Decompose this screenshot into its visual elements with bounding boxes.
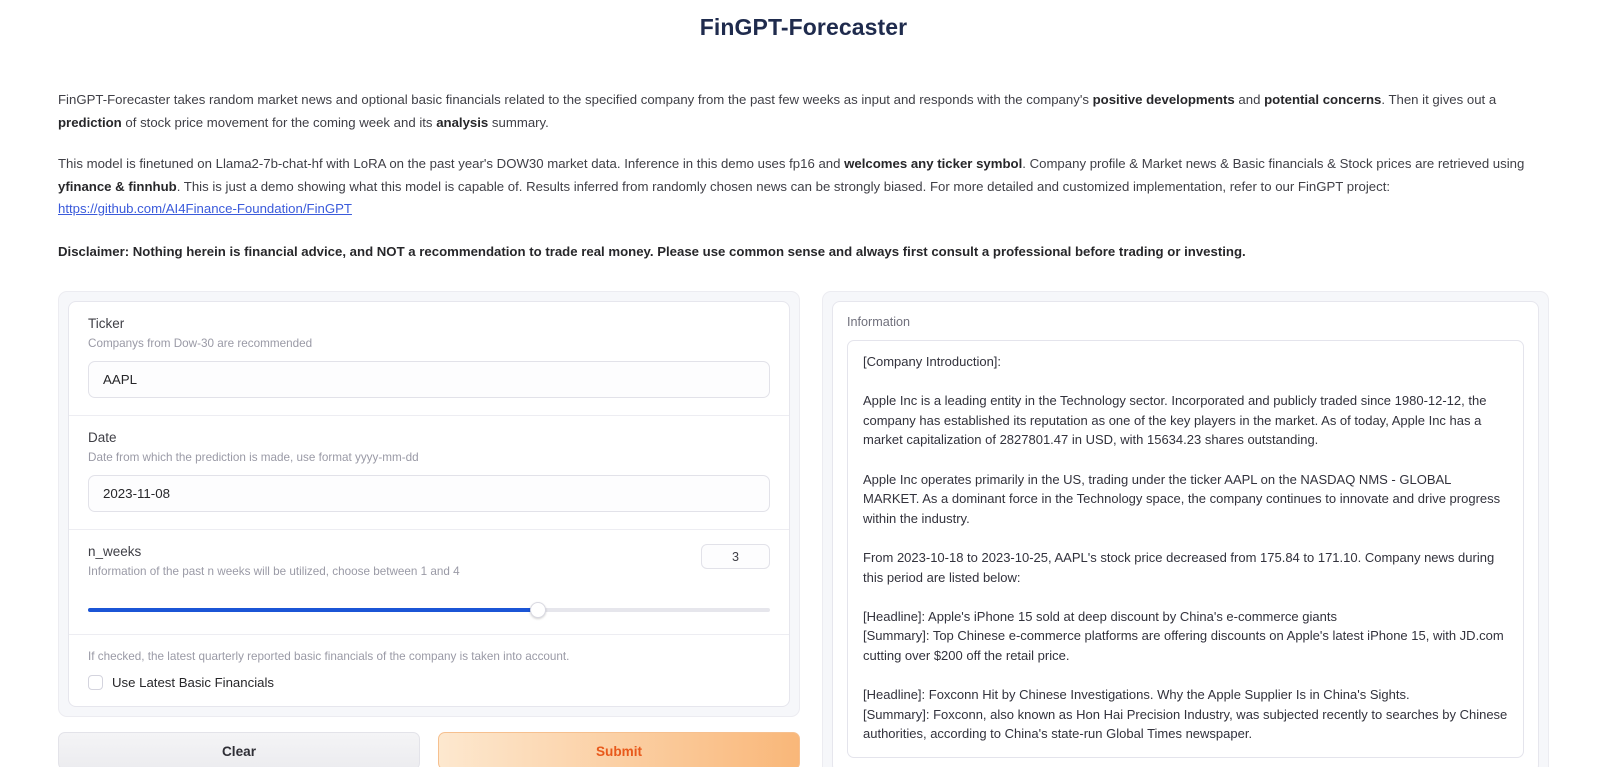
ticker-label: Ticker [88, 316, 125, 331]
information-textarea[interactable]: [Company Introduction]: Apple Inc is a l… [847, 340, 1524, 758]
action-buttons: Clear Submit [58, 732, 800, 767]
disclaimer-text: Disclaimer: Nothing herein is financial … [58, 243, 1246, 259]
n-weeks-header: n_weeks Information of the past n weeks … [88, 543, 770, 589]
use-latest-basic-financials-label: Use Latest Basic Financials [112, 675, 274, 690]
intro-p1-part-f: summary. [488, 114, 549, 130]
app-page: FinGPT-Forecaster FinGPT-Forecaster take… [0, 0, 1607, 767]
slider-fill [88, 608, 539, 612]
intro-p1-part-c: and [1234, 92, 1265, 107]
intro-p2-bold-yfinance-finnhub: yfinance & finnhub [58, 178, 177, 194]
intro-paragraph-2: This model is finetuned on Llama2-7b-cha… [58, 153, 1549, 221]
ticker-field: Ticker Companys from Dow-30 are recommen… [69, 302, 789, 416]
n-weeks-slider[interactable] [88, 602, 770, 618]
input-group-panel: Ticker Companys from Dow-30 are recommen… [58, 291, 800, 717]
n-weeks-label: n_weeks [88, 544, 142, 559]
n-weeks-value-input[interactable]: 3 [701, 544, 770, 569]
intro-p1-part-e: of stock price movement for the coming w… [121, 114, 437, 130]
use-latest-basic-financials-checkbox[interactable] [88, 675, 103, 690]
intro-p2-part-d: . This is just a demo showing what this … [176, 178, 1391, 194]
intro-p2-part-c: . Company profile & Market news & Basic … [1022, 156, 1525, 171]
clear-button[interactable]: Clear [58, 732, 420, 767]
intro-paragraph-1: FinGPT-Forecaster takes random market ne… [58, 89, 1549, 134]
information-group-panel: Information [Company Introduction]: Appl… [822, 291, 1549, 767]
slider-thumb[interactable] [530, 602, 547, 618]
input-fields-block: Ticker Companys from Dow-30 are recommen… [68, 301, 790, 707]
intro-p1-part-d: . Then it gives out a [1381, 92, 1497, 107]
intro-p1-bold-positive-developments: positive developments [1092, 92, 1235, 107]
date-field: Date Date from which the prediction is m… [69, 416, 789, 530]
ticker-info: Companys from Dow-30 are recommended [88, 337, 313, 350]
n-weeks-info: Information of the past n weeks will be … [88, 565, 460, 578]
main-columns: Ticker Companys from Dow-30 are recommen… [58, 291, 1549, 767]
ticker-input[interactable]: AAPL [88, 361, 770, 398]
basic-financials-field: If checked, the latest quarterly reporte… [69, 635, 789, 706]
date-input[interactable]: 2023-11-08 [88, 475, 770, 512]
submit-button[interactable]: Submit [438, 732, 800, 767]
intro-p2-part-a: This model is finetuned on Llama2-7b-cha… [58, 156, 845, 171]
intro-p1-part-a: FinGPT-Forecaster takes random market ne… [58, 92, 1093, 107]
date-info: Date from which the prediction is made, … [88, 451, 419, 464]
intro-p1-bold-potential-concerns: potential concerns [1264, 92, 1382, 107]
page-title: FinGPT-Forecaster [699, 14, 908, 40]
information-label: Information [847, 315, 910, 329]
information-column: Information [Company Introduction]: Appl… [822, 291, 1549, 767]
fingpt-github-link[interactable]: https://github.com/AI4Finance-Foundation… [58, 201, 352, 216]
n-weeks-label-wrap: n_weeks Information of the past n weeks … [88, 543, 460, 589]
basic-financials-info: If checked, the latest quarterly reporte… [88, 650, 570, 663]
date-label: Date [88, 430, 117, 445]
intro-p1-bold-analysis: analysis [436, 114, 489, 130]
intro-p1-bold-prediction: prediction [58, 114, 122, 130]
intro-p2-bold-ticker-symbol: welcomes any ticker symbol [844, 156, 1023, 171]
n-weeks-field: n_weeks Information of the past n weeks … [69, 530, 789, 635]
input-column: Ticker Companys from Dow-30 are recommen… [58, 291, 800, 767]
information-block: Information [Company Introduction]: Appl… [832, 301, 1539, 767]
basic-financials-checkbox-row[interactable]: Use Latest Basic Financials [88, 675, 770, 690]
